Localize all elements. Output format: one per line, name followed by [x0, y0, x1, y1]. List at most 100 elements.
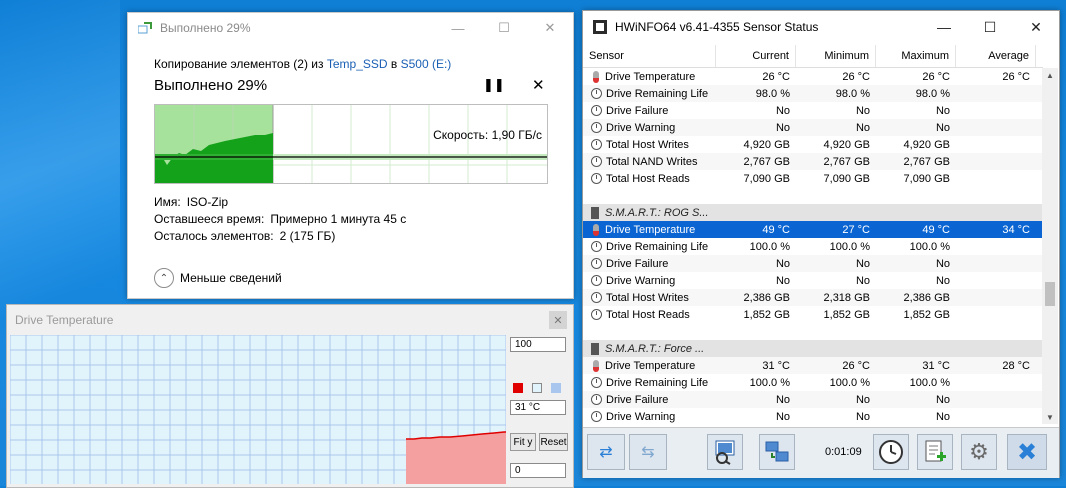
col-current[interactable]: Current — [716, 45, 796, 67]
sensor-name: Drive Failure — [606, 257, 669, 270]
copy-icon — [137, 22, 152, 34]
sensor-name-cell: Drive Temperature — [583, 221, 716, 238]
sensor-row[interactable]: Total Host Writes 4,920 GB 4,920 GB 4,920 G… — [583, 136, 1043, 153]
sensor-group-row[interactable]: S.M.A.R.T.: Force ... — [583, 340, 1043, 357]
minimum-cell: 2,767 GB — [823, 155, 870, 168]
sensor-name: Drive Temperature — [605, 359, 696, 372]
average-cell — [956, 238, 1036, 255]
nav-arrows-alt-icon[interactable]: ⇆ — [629, 434, 667, 470]
scroll-down-icon[interactable]: ▼ — [1042, 410, 1058, 424]
bg-color-swatch[interactable] — [532, 383, 542, 393]
sensor-row[interactable]: Drive Warning No No No — [583, 272, 1043, 289]
max-value-field[interactable]: 100 — [510, 337, 566, 352]
sensor-row[interactable]: Total NAND Writes 2,767 GB 2,767 GB 2,767 G… — [583, 153, 1043, 170]
sensor-row[interactable]: Drive Remaining Life 100.0 % 100.0 % 100.0 … — [583, 238, 1043, 255]
sensor-name: Drive Remaining Life — [606, 376, 709, 389]
cancel-icon[interactable]: ✕ — [532, 76, 545, 94]
sensor-row[interactable]: Total Host Reads 7,090 GB 7,090 GB 7,090 GB — [583, 170, 1043, 187]
maximum-cell: 98.0 % — [915, 87, 950, 100]
items-value: 2 (175 ГБ) — [279, 229, 336, 243]
line-color-swatch[interactable] — [513, 383, 523, 393]
average-cell — [956, 306, 1036, 323]
pause-icon[interactable]: ❚❚ — [483, 77, 505, 93]
sensor-row[interactable]: Total Host Reads 1,852 GB 1,852 GB 1,852 GB — [583, 306, 1043, 323]
col-average[interactable]: Average — [956, 45, 1036, 67]
maximum-cell: 100.0 % — [909, 376, 950, 389]
add-layout-icon[interactable] — [917, 434, 953, 470]
col-minimum[interactable]: Minimum — [796, 45, 876, 67]
current-cell: 100.0 % — [749, 376, 790, 389]
copy-mid: в — [390, 57, 398, 71]
sensor-row[interactable]: Drive Temperature 26 °C 26 °C 26 °C 26 °C — [583, 68, 1043, 85]
close-button[interactable]: ✕ — [1013, 11, 1059, 43]
sensor-row[interactable]: Total Host Writes 2,386 GB 2,318 GB 2,386 G… — [583, 289, 1043, 306]
sensor-name-cell: Drive Warning — [583, 408, 716, 424]
col-maximum[interactable]: Maximum — [876, 45, 956, 67]
current-cell: 49 °C — [762, 223, 790, 236]
sensor-name: Drive Temperature — [605, 70, 696, 83]
sensor-row[interactable]: Drive Remaining Life 98.0 % 98.0 % 98.0 % — [583, 85, 1043, 102]
scroll-up-icon[interactable]: ▲ — [1042, 68, 1058, 82]
current-cell: No — [775, 274, 790, 287]
minimum-cell: 100.0 % — [829, 376, 870, 389]
hwinfo-toolbar: ⇄ ⇆ 0:01:09 ⚙ ✖ — [583, 427, 1059, 478]
sensor-row[interactable]: Drive Failure No No No — [583, 102, 1043, 119]
vertical-scrollbar[interactable]: ▲ ▼ — [1042, 68, 1058, 424]
sensor-row[interactable]: Drive Failure No No No — [583, 255, 1043, 272]
maximize-button[interactable]: ☐ — [481, 13, 527, 43]
maximize-button[interactable]: ☐ — [967, 11, 1013, 43]
sensor-row[interactable]: Drive Remaining Life 100.0 % 100.0 % 100.0 … — [583, 374, 1043, 391]
reset-button[interactable]: Reset — [539, 433, 568, 451]
network-icon[interactable] — [759, 434, 795, 470]
average-cell — [956, 153, 1036, 170]
sensor-table-header: Sensor Current Minimum Maximum Average — [583, 45, 1043, 68]
col-sensor[interactable]: Sensor — [583, 45, 716, 67]
source-link[interactable]: Temp_SSD — [327, 57, 388, 71]
less-details-label: Меньше сведений — [180, 271, 282, 285]
dest-link[interactable]: S500 (E:) — [401, 57, 452, 71]
sensor-row[interactable]: Drive Temperature 49 °C 27 °C 49 °C 34 °C — [583, 221, 1043, 238]
less-details-button[interactable]: ⌃ Меньше сведений — [154, 268, 282, 288]
sensor-group-row[interactable]: S.M.A.R.T.: ROG S... — [583, 204, 1043, 221]
name-value: ISO-Zip — [186, 195, 229, 209]
sensor-row[interactable]: Drive Warning No No No — [583, 408, 1043, 424]
close-icon[interactable]: ✖ — [1007, 434, 1047, 470]
maximum-cell: No — [935, 274, 950, 287]
minimize-button[interactable]: — — [435, 13, 481, 43]
sensor-name: Drive Remaining Life — [606, 87, 709, 100]
minimum-cell: 4,920 GB — [823, 138, 870, 151]
clock-icon — [591, 88, 602, 99]
report-icon[interactable] — [707, 434, 743, 470]
minimize-button[interactable]: — — [921, 11, 967, 43]
maximum-cell: 4,920 GB — [903, 138, 950, 151]
sensor-row[interactable]: Drive Failure No No No — [583, 391, 1043, 408]
sensor-row[interactable]: Drive Temperature 31 °C 26 °C 31 °C 28 °C — [583, 357, 1043, 374]
scrollbar-thumb[interactable] — [1045, 282, 1055, 306]
time-value: Примерно 1 минута 45 с — [270, 212, 407, 226]
average-cell — [956, 391, 1036, 408]
settings-icon[interactable]: ⚙ — [961, 434, 997, 470]
current-cell: 31 °C — [762, 359, 790, 372]
sensor-name-cell: Total Host Writes — [583, 289, 716, 306]
drive-icon — [591, 342, 599, 355]
close-icon[interactable]: ✕ — [549, 311, 567, 329]
close-button[interactable]: ✕ — [527, 13, 573, 43]
clock-icon — [591, 156, 602, 167]
maximum-cell: No — [935, 121, 950, 134]
thermometer-icon — [593, 359, 599, 372]
fit-y-button[interactable]: Fit y — [510, 433, 536, 451]
minimum-cell: 26 °C — [842, 70, 870, 83]
min-value-field[interactable]: 0 — [510, 463, 566, 478]
current-cell: 7,090 GB — [743, 172, 790, 185]
clock-icon[interactable] — [873, 434, 909, 470]
copy-details: Имя: ISO-Zip Оставшееся время: Примерно 1 … — [154, 194, 406, 245]
copy-prefix: Копирование элементов (2) из — [154, 57, 324, 71]
graph-side-panel: 100 31 °C Fit y Reset 0 — [510, 335, 570, 485]
sensor-row[interactable]: Drive Warning No No No — [583, 119, 1043, 136]
nav-arrows-icon[interactable]: ⇄ — [587, 434, 625, 470]
grid-color-swatch[interactable] — [551, 383, 561, 393]
dialog-titlebar: Выполнено 29% — ☐ ✕ — [128, 13, 573, 43]
maximum-cell: 31 °C — [922, 359, 950, 372]
maximum-cell: 2,386 GB — [903, 291, 950, 304]
sensor-name: Drive Failure — [606, 393, 669, 406]
